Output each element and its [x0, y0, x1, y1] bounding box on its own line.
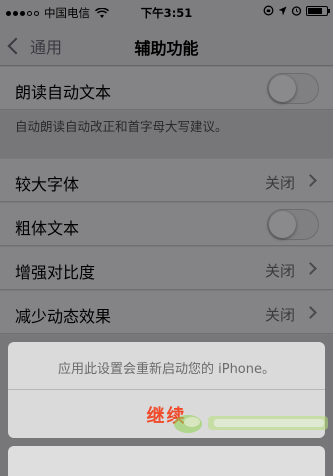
chevron-right-icon [304, 306, 317, 319]
cancel-button[interactable] [8, 446, 325, 476]
watermark-logo [174, 415, 328, 433]
cell-value: 关闭 [264, 306, 295, 324]
cell-label: 减少动态效果 [15, 307, 112, 326]
bold-text-toggle[interactable] [267, 209, 319, 240]
cell-reduce-motion[interactable]: 减少动态效果 关闭 [0, 291, 333, 334]
rotation-lock-icon [263, 5, 274, 16]
alarm-clock-icon [291, 6, 302, 16]
battery-icon [306, 5, 330, 16]
status-bar: 中国电信 下午3:51 [0, 0, 333, 24]
cell-larger-text[interactable]: 较大字体 关闭 [0, 159, 333, 202]
cell-value: 关闭 [264, 262, 295, 280]
speak-auto-text-note: 自动朗读自动改正和首字母大写建议。 [15, 119, 228, 134]
cell-bold-text: 粗体文本 [0, 203, 333, 246]
status-right [263, 5, 330, 16]
toggle-knob [269, 75, 296, 102]
cell-value: 关闭 [264, 174, 295, 192]
action-sheet-message: 应用此设置会重新启动您的 iPhone。 [8, 342, 325, 390]
speak-auto-text-toggle[interactable] [267, 73, 319, 104]
cell-label: 较大字体 [15, 175, 80, 194]
navigation-bar: 通用 辅助功能 [0, 24, 333, 66]
chevron-right-icon [304, 174, 317, 187]
cell-speak-auto-text: 朗读自动文本 [0, 67, 333, 110]
page-title: 辅助功能 [134, 39, 199, 58]
cell-label: 增强对比度 [15, 263, 96, 282]
cell-increase-contrast[interactable]: 增强对比度 关闭 [0, 247, 333, 290]
cell-label: 朗读自动文本 [15, 83, 112, 102]
location-arrow-icon [278, 6, 287, 15]
chevron-right-icon [304, 262, 317, 275]
cell-label: 粗体文本 [15, 219, 80, 238]
toggle-knob [269, 211, 296, 238]
